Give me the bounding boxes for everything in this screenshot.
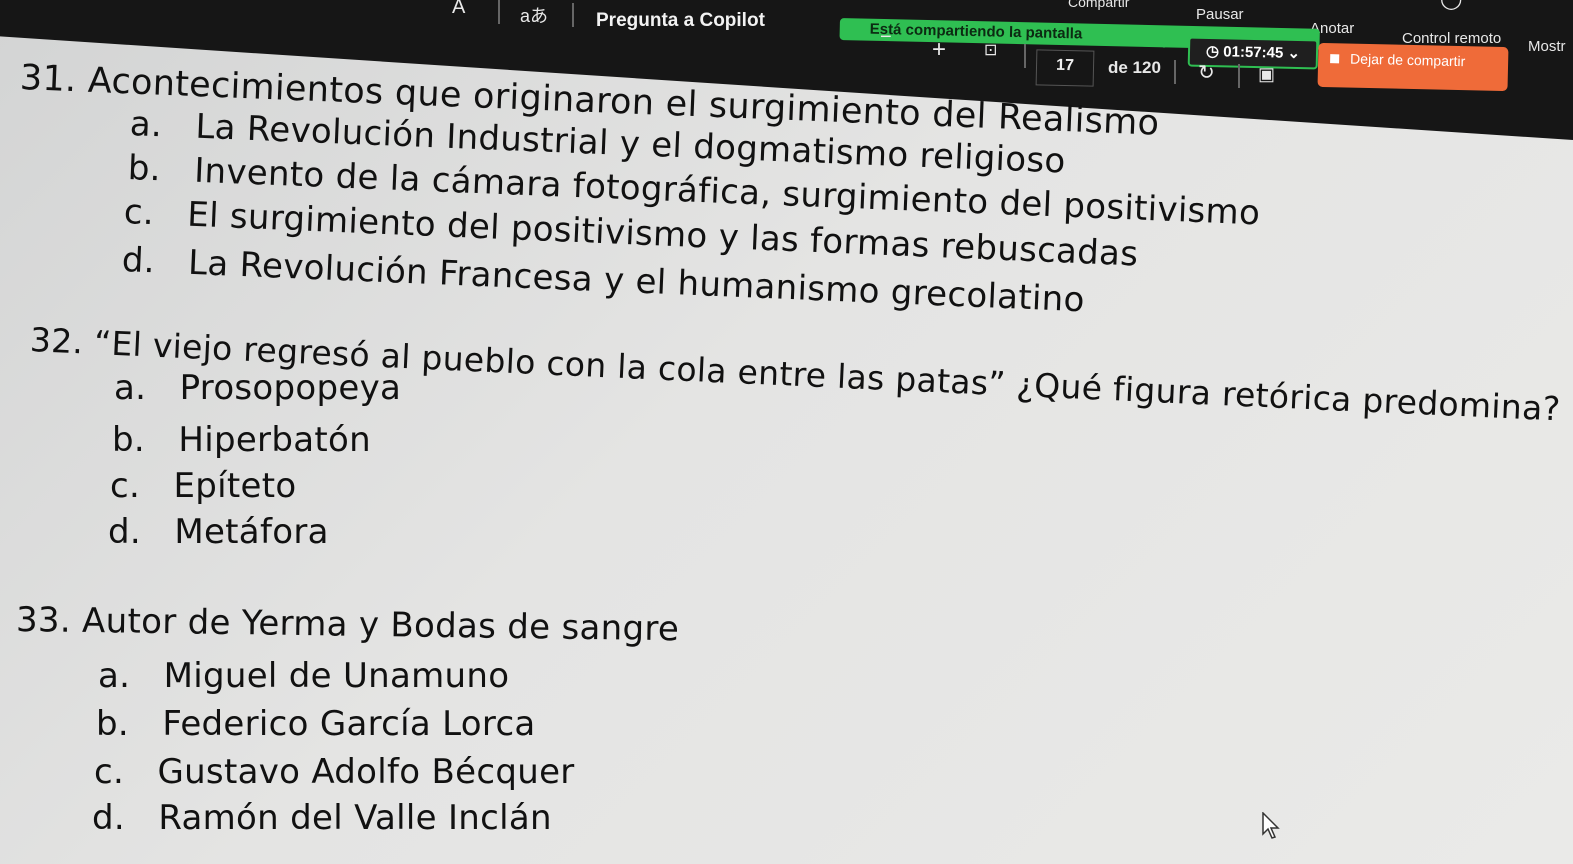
option-text: Federico García Lorca — [162, 704, 536, 744]
option-32c: c. Epíteto — [110, 466, 296, 506]
option-text: Miguel de Unamuno — [163, 656, 510, 696]
option-letter: c. — [94, 752, 125, 792]
option-letter: a. — [98, 656, 131, 696]
option-33c: c. Gustavo Adolfo Bécquer — [94, 752, 575, 792]
option-letter: d. — [92, 798, 125, 838]
option-letter: c. — [123, 192, 155, 234]
option-text: Epíteto — [173, 466, 297, 506]
option-letter: d. — [121, 240, 156, 282]
option-letter: a. — [114, 368, 147, 408]
option-text: Gustavo Adolfo Bécquer — [157, 752, 575, 792]
option-text: Ramón del Valle Inclán — [158, 798, 552, 838]
option-32b: b. Hiperbatón — [112, 420, 371, 460]
question-number: 31. — [19, 58, 78, 101]
question-33: 33. Autor de Yerma y Bodas de sangre — [16, 600, 680, 649]
option-text: Prosopopeya — [179, 368, 402, 408]
option-letter: a. — [129, 104, 164, 146]
option-32a: a. Prosopopeya — [114, 368, 401, 408]
question-number: 32. — [29, 320, 85, 362]
option-letter: b. — [127, 148, 162, 190]
option-32d: d. Metáfora — [108, 512, 329, 552]
question-text: Autor de Yerma y Bodas de sangre — [81, 600, 680, 650]
question-number: 33. — [15, 600, 72, 641]
option-33d: d. Ramón del Valle Inclán — [92, 798, 552, 838]
option-33b: b. Federico García Lorca — [96, 704, 536, 744]
pdf-page: 31. Acontecimientos que originaron el su… — [0, 0, 1573, 864]
option-33a: a. Miguel de Unamuno — [98, 656, 509, 696]
option-letter: c. — [110, 466, 141, 506]
option-letter: b. — [112, 420, 145, 460]
option-letter: d. — [108, 512, 141, 552]
option-letter: b. — [96, 704, 129, 744]
option-text: Hiperbatón — [178, 420, 371, 460]
option-text: Metáfora — [174, 512, 329, 552]
